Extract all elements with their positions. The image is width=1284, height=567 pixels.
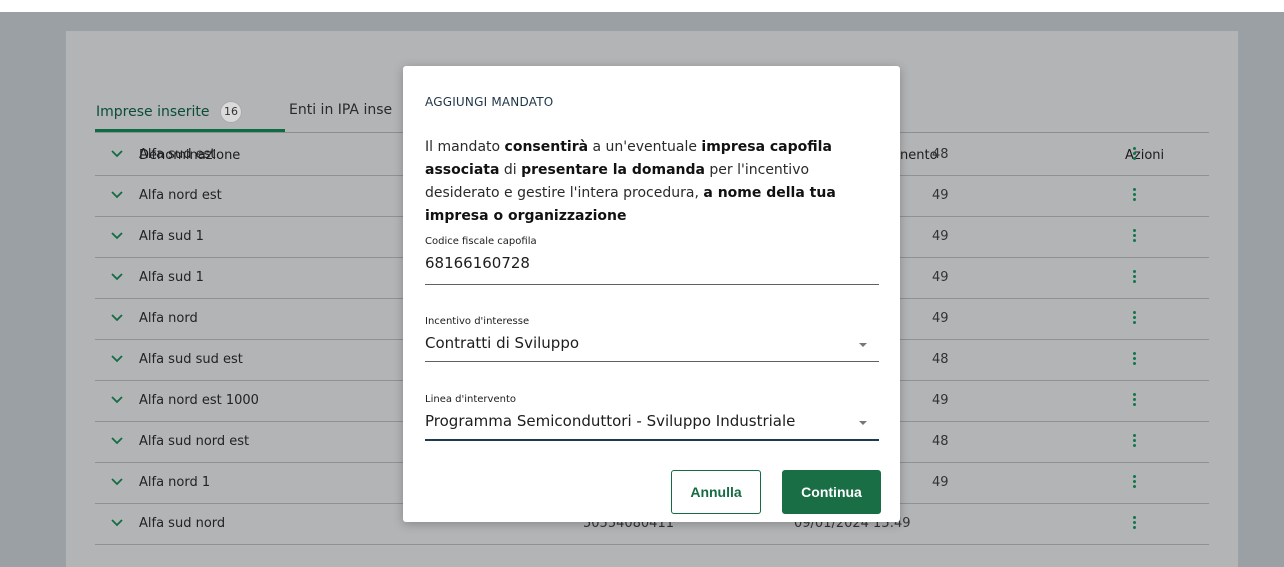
incentivo-select[interactable]: Incentivo d'interesse Contratti di Svilu… <box>425 316 879 362</box>
chevron-down-icon[interactable] <box>109 433 125 449</box>
chevron-down-icon[interactable] <box>109 351 125 367</box>
tab-imprese-inserite[interactable]: Imprese inserite 16 <box>96 101 242 123</box>
chevron-down-icon[interactable] <box>109 146 125 162</box>
dialog-description: Il mandato consentirà a un'eventuale imp… <box>425 136 885 228</box>
row-denominazione: Alfa sud 1 <box>139 229 204 244</box>
more-vertical-icon[interactable] <box>1131 432 1137 452</box>
linea-intervento-select[interactable]: Linea d'intervento Programma Semicondutt… <box>425 394 879 441</box>
desc-strong: consentirà <box>504 139 589 155</box>
dialog-title: AGGIUNGI MANDATO <box>425 95 554 109</box>
row-data: 49 <box>932 311 949 326</box>
chevron-down-icon[interactable] <box>109 515 125 531</box>
chevron-down-icon <box>859 421 867 425</box>
row-denominazione: Alfa sud est <box>139 147 216 162</box>
row-data: 48 <box>932 434 949 449</box>
chevron-down-icon[interactable] <box>109 310 125 326</box>
tab-enti-ipa[interactable]: Enti in IPA inse <box>289 102 392 118</box>
row-data: 49 <box>932 270 949 285</box>
row-data: 49 <box>932 475 949 490</box>
desc-text: Il mandato <box>425 139 505 155</box>
chevron-down-icon[interactable] <box>109 392 125 408</box>
desc-strong: presentare la domanda <box>521 162 705 178</box>
field-value: Contratti di Sviluppo <box>425 334 580 352</box>
field-label: Codice fiscale capofila <box>425 236 537 247</box>
top-band <box>0 0 1284 12</box>
row-denominazione: Alfa sud 1 <box>139 270 204 285</box>
more-vertical-icon[interactable] <box>1131 350 1137 370</box>
row-data: 49 <box>932 188 949 203</box>
field-label: Incentivo d'interesse <box>425 316 530 327</box>
row-denominazione: Alfa nord est <box>139 188 222 203</box>
row-data: 49 <box>932 393 949 408</box>
annulla-button[interactable]: Annulla <box>671 470 761 514</box>
field-value: Programma Semiconduttori - Sviluppo Indu… <box>425 412 796 430</box>
more-vertical-icon[interactable] <box>1131 186 1137 206</box>
row-data: 48 <box>932 352 949 367</box>
more-vertical-icon[interactable] <box>1131 391 1137 411</box>
codice-fiscale-field[interactable]: Codice fiscale capofila 68166160728 <box>425 236 879 285</box>
tab-label: Enti in IPA inse <box>289 102 393 118</box>
row-denominazione: Alfa nord 1 <box>139 475 211 490</box>
row-denominazione: Alfa nord est 1000 <box>139 393 259 408</box>
more-vertical-icon[interactable] <box>1131 227 1137 247</box>
chevron-down-icon[interactable] <box>109 474 125 490</box>
more-vertical-icon[interactable] <box>1131 309 1137 329</box>
aggiungi-mandato-dialog: AGGIUNGI MANDATO Il mandato consentirà a… <box>403 66 900 522</box>
field-underline <box>425 361 879 362</box>
continua-button[interactable]: Continua <box>782 470 881 514</box>
more-vertical-icon[interactable] <box>1131 145 1137 165</box>
more-vertical-icon[interactable] <box>1131 473 1137 493</box>
count-badge: 16 <box>219 101 242 123</box>
field-underline <box>425 284 879 285</box>
field-value: 68166160728 <box>425 254 530 272</box>
chevron-down-icon[interactable] <box>109 187 125 203</box>
row-data: 49 <box>932 229 949 244</box>
row-data: 48 <box>932 147 949 162</box>
more-vertical-icon[interactable] <box>1131 514 1137 534</box>
desc-text: a un'eventuale <box>588 139 702 155</box>
row-denominazione: Alfa sud nord est <box>139 434 250 449</box>
more-vertical-icon[interactable] <box>1131 268 1137 288</box>
row-denominazione: Alfa nord <box>139 311 198 326</box>
desc-text: di <box>499 162 522 178</box>
row-denominazione: Alfa sud nord <box>139 516 226 531</box>
chevron-down-icon[interactable] <box>109 269 125 285</box>
field-underline <box>425 439 879 441</box>
chevron-down-icon <box>859 343 867 347</box>
row-denominazione: Alfa sud sud est <box>139 352 243 367</box>
tab-label: Imprese inserite <box>96 104 210 120</box>
chevron-down-icon[interactable] <box>109 228 125 244</box>
field-label: Linea d'intervento <box>425 394 516 405</box>
